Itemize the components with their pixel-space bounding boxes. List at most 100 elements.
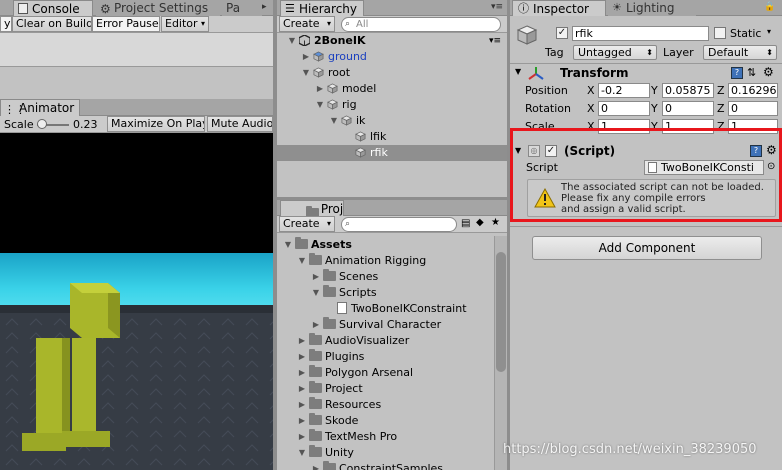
transform-value-field[interactable]: 0: [662, 101, 714, 116]
scene-menu-icon[interactable]: ▾≡: [489, 33, 501, 49]
chevron-down-icon[interactable]: ▼: [297, 253, 307, 269]
project-row[interactable]: ▶ TextMesh Pro: [277, 429, 495, 445]
scale-slider-thumb[interactable]: [37, 119, 47, 129]
chevron-down-icon[interactable]: ▼: [283, 237, 293, 253]
mute-audio-toggle[interactable]: Mute Audio: [207, 116, 273, 132]
project-row[interactable]: ▶ Project: [277, 381, 495, 397]
hierarchy-row[interactable]: ▼ ik: [277, 113, 507, 129]
chevron-right-icon[interactable]: ▶: [297, 365, 307, 381]
tag-dropdown[interactable]: Untagged ⬍: [573, 45, 657, 60]
object-name-field[interactable]: rfik: [572, 26, 709, 41]
chevron-right-icon[interactable]: ▶: [297, 333, 307, 349]
object-picker-icon[interactable]: ⊙: [767, 161, 775, 172]
gear-icon[interactable]: ⚙: [766, 143, 777, 157]
tab-inspector[interactable]: ⓘ Inspector: [512, 0, 606, 16]
error-pause-toggle[interactable]: Error Pause: [92, 16, 160, 32]
clear-on-build-toggle[interactable]: Clear on Build: [12, 16, 92, 32]
script-foldout-arrow[interactable]: ▼: [515, 146, 521, 155]
chevron-right-icon[interactable]: ▶: [297, 349, 307, 365]
hierarchy-row[interactable]: ▼ 2BoneIK ▾≡: [277, 33, 507, 49]
add-component-button[interactable]: Add Component: [532, 236, 762, 260]
project-row[interactable]: ▶ AudioVisualizer: [277, 333, 495, 349]
axis-label[interactable]: Z: [717, 101, 725, 116]
project-row[interactable]: TwoBoneIKConstraint: [277, 301, 495, 317]
project-row[interactable]: ▶ Resources: [277, 397, 495, 413]
tab-animator[interactable]: ⋮⋮ Animator: [0, 99, 80, 116]
tab-project[interactable]: Project: [280, 200, 344, 216]
chevron-right-icon[interactable]: ▶: [315, 81, 325, 97]
hierarchy-row[interactable]: ▼ rig: [277, 97, 507, 113]
chevron-down-icon[interactable]: ▼: [287, 33, 297, 49]
tab-lighting[interactable]: ☀ Lighting: [608, 0, 696, 16]
chevron-down-icon[interactable]: ▼: [315, 97, 325, 113]
transform-value-field[interactable]: 0: [598, 101, 650, 116]
chevron-right-icon[interactable]: ▶: [311, 317, 321, 333]
chevron-down-icon[interactable]: ▼: [301, 65, 311, 81]
chevron-right-icon[interactable]: ▶: [297, 381, 307, 397]
tab-hierarchy[interactable]: ☰ Hierarchy: [280, 0, 364, 16]
axis-label[interactable]: X: [587, 83, 595, 98]
chevron-down-icon[interactable]: ▼: [311, 285, 321, 301]
active-checkbox[interactable]: ✓: [556, 27, 568, 39]
project-row[interactable]: ▶ Survival Character: [277, 317, 495, 333]
chevron-down-icon[interactable]: ▼: [297, 445, 307, 461]
chevron-right-icon[interactable]: ▶: [297, 429, 307, 445]
project-row[interactable]: ▶ ConstraintSamples: [277, 461, 495, 470]
hierarchy-create-button[interactable]: Create ▾: [279, 16, 335, 32]
project-row[interactable]: ▼ Unity: [277, 445, 495, 461]
project-search-input[interactable]: ⌕: [341, 217, 457, 232]
layer-dropdown[interactable]: Default ⬍: [703, 45, 777, 60]
project-row[interactable]: ▼ Animation Rigging: [277, 253, 495, 269]
hierarchy-row[interactable]: ▼ root: [277, 65, 507, 81]
static-checkbox[interactable]: [714, 27, 726, 39]
tab-package[interactable]: Pa: [222, 0, 262, 16]
gear-icon[interactable]: ⚙: [763, 65, 774, 79]
chevron-right-icon[interactable]: ▶: [297, 397, 307, 413]
hierarchy-row[interactable]: ▶ model: [277, 81, 507, 97]
project-row[interactable]: ▼ Scripts: [277, 285, 495, 301]
book-help-icon[interactable]: ?: [731, 67, 743, 79]
console-log-area[interactable]: [0, 33, 273, 67]
axis-label[interactable]: Y: [651, 83, 658, 98]
project-row[interactable]: ▶ Plugins: [277, 349, 495, 365]
axis-label[interactable]: Y: [651, 101, 658, 116]
project-row[interactable]: ▼ Assets: [277, 237, 495, 253]
static-dropdown-icon[interactable]: ▾: [767, 27, 771, 36]
project-create-button[interactable]: Create ▾: [279, 216, 335, 232]
transform-value-field[interactable]: -0.2: [598, 83, 650, 98]
chevron-right-icon[interactable]: ▶: [301, 49, 311, 65]
tab-overflow-icon[interactable]: ▸: [262, 2, 273, 14]
project-row[interactable]: ▶ Skode: [277, 413, 495, 429]
hierarchy-row[interactable]: rfik: [277, 145, 507, 161]
axis-label[interactable]: X: [587, 101, 595, 116]
project-scrollbar-thumb[interactable]: [496, 252, 506, 372]
project-row[interactable]: ▶ Scenes: [277, 269, 495, 285]
book-help-icon[interactable]: ?: [750, 145, 762, 157]
editor-dropdown[interactable]: Editor ▾: [161, 16, 209, 32]
maximize-on-play-toggle[interactable]: Maximize On Play: [107, 116, 205, 132]
project-scrollbar[interactable]: [494, 236, 507, 470]
script-object-field[interactable]: TwoBoneIKConsti: [644, 160, 764, 175]
console-clear-button[interactable]: y: [0, 16, 12, 32]
chevron-right-icon[interactable]: ▶: [297, 413, 307, 429]
transform-value-field[interactable]: 0.05875: [662, 83, 714, 98]
transform-value-field[interactable]: 0.16296: [728, 83, 778, 98]
axis-label[interactable]: Z: [717, 83, 725, 98]
tab-project-settings[interactable]: ⚙ Project Settings: [96, 0, 220, 16]
script-enabled-checkbox[interactable]: ✓: [545, 145, 557, 157]
inspector-lock-icon[interactable]: 🔒: [764, 2, 775, 12]
search-by-label-icon[interactable]: ◆: [476, 217, 484, 228]
chevron-down-icon[interactable]: ▼: [329, 113, 339, 129]
hierarchy-row[interactable]: ▶ ground: [277, 49, 507, 65]
search-by-type-icon[interactable]: ▤: [461, 218, 470, 229]
game-viewport[interactable]: [0, 133, 273, 470]
hierarchy-menu-icon[interactable]: ▾≡: [491, 2, 503, 12]
hierarchy-row[interactable]: lfik: [277, 129, 507, 145]
chevron-right-icon[interactable]: ▶: [311, 461, 321, 470]
tab-console[interactable]: Console: [13, 0, 93, 16]
project-row[interactable]: ▶ Polygon Arsenal: [277, 365, 495, 381]
transform-value-field[interactable]: 0: [728, 101, 778, 116]
favorite-star-icon[interactable]: ★: [491, 217, 500, 228]
chevron-right-icon[interactable]: ▶: [311, 269, 321, 285]
hierarchy-search-input[interactable]: ⌕ All: [341, 17, 501, 32]
